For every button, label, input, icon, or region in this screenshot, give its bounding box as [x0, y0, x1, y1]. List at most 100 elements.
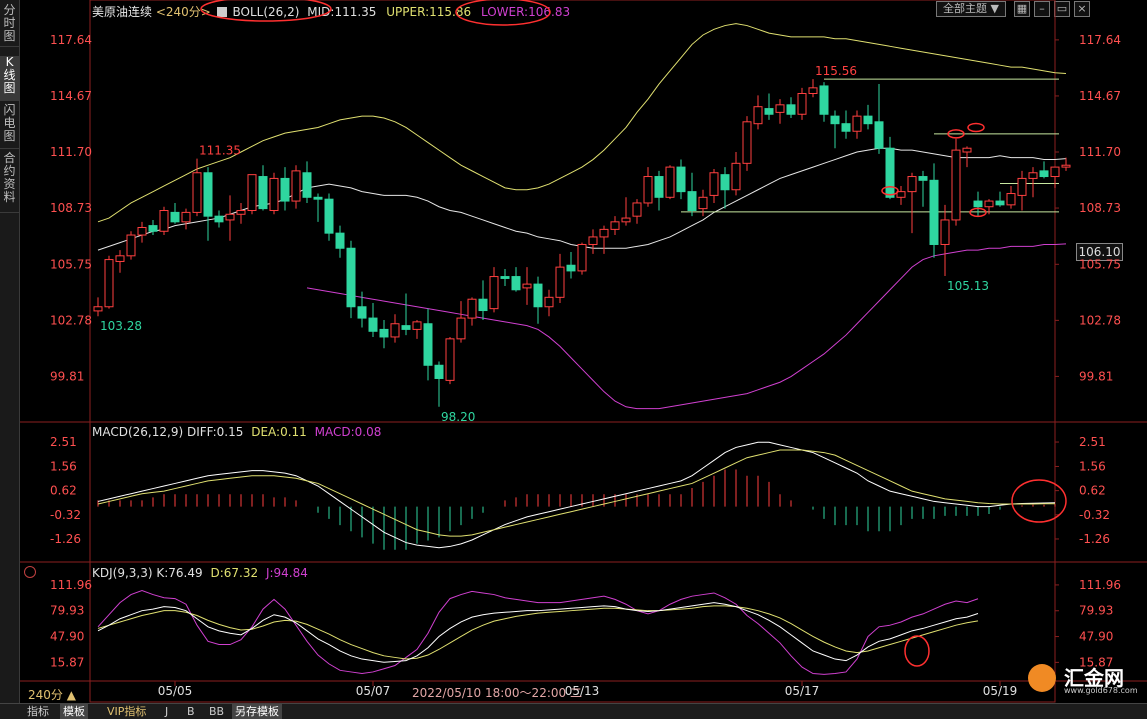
kline-ytick-right: 105.75	[1079, 257, 1121, 271]
kdj-ytick-right: 79.93	[1079, 604, 1113, 618]
kline-ytick-left: 111.70	[50, 145, 92, 159]
kdj-ytick-right: 47.90	[1079, 630, 1113, 644]
candle-body	[665, 166, 675, 198]
candle-body	[885, 147, 895, 198]
price-label-111-35: 111.35	[199, 144, 241, 158]
candle-body	[797, 92, 807, 115]
candle-body	[214, 215, 224, 223]
period-indicator[interactable]: 240分 ▲	[28, 686, 76, 703]
macd-ytick-right: -0.32	[1079, 508, 1110, 522]
logo-url: www.gold678.com	[1064, 686, 1138, 695]
candle-body	[522, 283, 532, 289]
bottom-tab-vip[interactable]: VIP指标	[104, 704, 149, 719]
price-label-115-56: 115.56	[815, 64, 857, 78]
candle-body	[544, 296, 554, 308]
candle-body	[379, 328, 389, 338]
candle-body	[390, 323, 400, 338]
candle-body	[830, 115, 840, 125]
candle-body	[247, 174, 257, 212]
kdj-d-line	[97, 605, 979, 660]
candle-body	[984, 200, 994, 208]
price-label-103-28: 103.28	[100, 319, 142, 333]
tab-kline[interactable]: K线图	[0, 56, 19, 101]
kdj-ytick-left: 15.87	[50, 655, 84, 669]
candle-body	[335, 232, 345, 249]
bottom-tab-indicators[interactable]: 指标	[24, 704, 52, 719]
bottom-tab-bb[interactable]: BB	[206, 704, 227, 719]
candle-body	[346, 247, 356, 308]
candle-body	[269, 177, 279, 212]
candle-body	[280, 177, 290, 202]
xtick-label: 05/07	[356, 684, 391, 698]
candle-body	[170, 211, 180, 223]
candle-body	[632, 202, 642, 217]
candle-body	[720, 174, 730, 191]
candle-body	[753, 106, 763, 125]
candle-body	[192, 172, 202, 213]
candle-body	[764, 108, 774, 115]
candle-body	[148, 225, 158, 232]
tab-lightning[interactable]: 闪电图	[0, 104, 19, 149]
candle-body	[731, 162, 741, 191]
candle-body	[434, 364, 444, 379]
macd-ytick-right: -1.26	[1079, 532, 1110, 546]
candle-body	[896, 191, 906, 198]
macd-ytick-left: 1.56	[50, 459, 77, 473]
candle-body	[368, 317, 378, 332]
annotation-ellipse-upper	[200, 0, 332, 22]
bottom-tab-save-template[interactable]: 另存模板	[232, 704, 282, 719]
candle-body	[819, 85, 829, 115]
candle-body	[357, 306, 367, 319]
kdj-ytick-right: 111.96	[1079, 578, 1121, 592]
candle-body	[643, 176, 653, 204]
candle-body	[159, 210, 169, 232]
candle-body	[566, 264, 576, 272]
macd-ytick-left: 0.62	[50, 484, 77, 498]
candle-body	[126, 234, 136, 257]
candle-body	[1006, 193, 1016, 206]
bottom-tab-j[interactable]: J	[162, 704, 171, 719]
kdj-k-line	[97, 602, 979, 663]
candle-body	[852, 115, 862, 132]
kline-chart[interactable]: 117.64 117.64 114.67 114.67 111.70 111.70 108.…	[20, 0, 1147, 703]
candle-body	[412, 321, 422, 330]
macd-ytick-left: -0.32	[50, 508, 81, 522]
annotation-ellipse-kdj	[904, 635, 930, 667]
macd-dea-line	[97, 449, 1055, 537]
candle-body	[588, 236, 598, 245]
tab-timeshare[interactable]: 分时图	[0, 4, 19, 47]
xtick-label: 05/05	[158, 684, 193, 698]
bottom-tab-b[interactable]: B	[184, 704, 198, 719]
bottom-tab-template[interactable]: 模板	[60, 704, 88, 719]
boll-mid-line	[97, 147, 1067, 251]
candle-body	[302, 172, 312, 198]
candle-body	[423, 323, 433, 366]
annotation-ellipse-lower	[455, 0, 551, 26]
candle-body	[808, 87, 818, 94]
candle-body	[775, 104, 785, 113]
candle-body	[962, 147, 972, 153]
kline-ytick-left: 108.73	[50, 201, 92, 215]
candle-body	[258, 176, 268, 210]
logo-icon	[1028, 664, 1056, 692]
candle-body	[995, 200, 1005, 206]
macd-ytick-left: -1.26	[50, 532, 81, 546]
candle-body	[907, 176, 917, 193]
candle-body	[291, 170, 301, 202]
candle-body	[137, 226, 147, 236]
xtick-label: 05/17	[785, 684, 820, 698]
candle-body	[533, 283, 543, 308]
kline-ytick-left: 99.81	[50, 369, 84, 383]
kline-ytick-left: 105.75	[50, 257, 92, 271]
tab-contract-info[interactable]: 合约资料	[0, 152, 19, 213]
candle-body	[621, 217, 631, 223]
candle-body	[1028, 172, 1038, 179]
candle-body	[610, 221, 620, 230]
candle-body	[115, 255, 125, 262]
gold678-logo: 汇金网 www.gold678.com	[1024, 662, 1139, 696]
candle-body	[709, 172, 719, 196]
candle-body	[940, 219, 950, 245]
candle-body	[104, 259, 114, 308]
kline-ytick-right: 117.64	[1079, 33, 1121, 47]
kline-ytick-left: 117.64	[50, 33, 92, 47]
